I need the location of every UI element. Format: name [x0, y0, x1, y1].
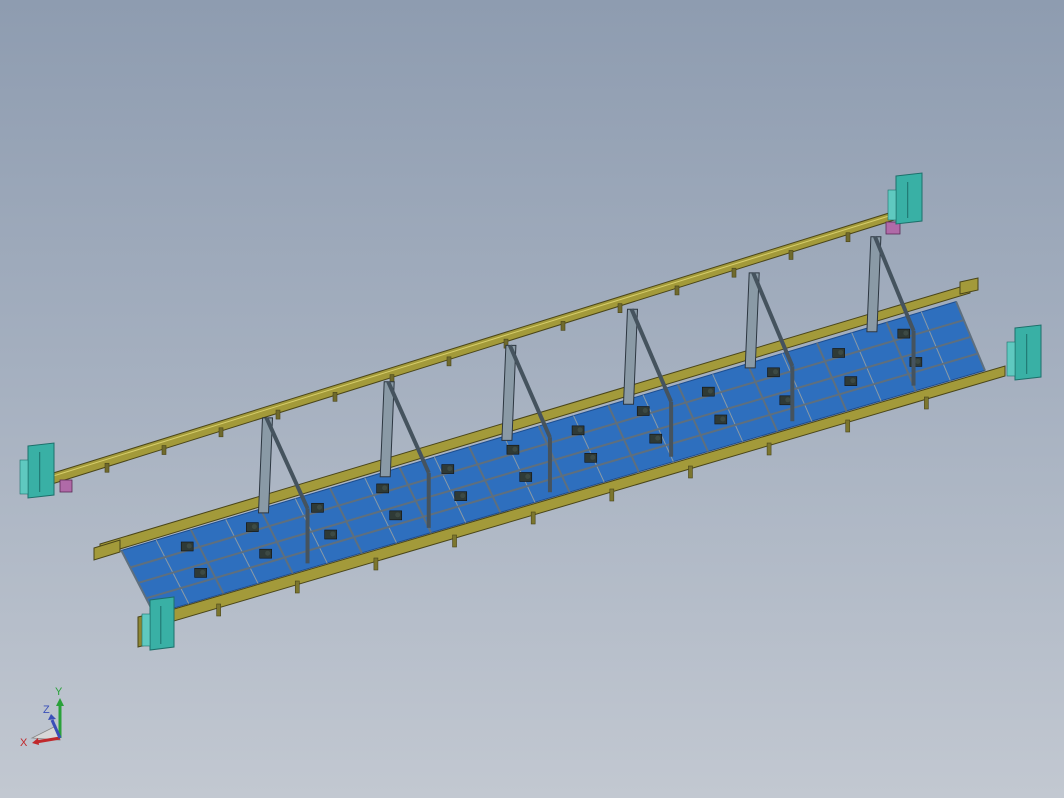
rail-support: [617, 303, 623, 313]
clamp-cylinder: [395, 512, 401, 518]
longitudinal-member: [145, 352, 979, 600]
clamp-cylinder: [838, 349, 844, 355]
table-leg: [924, 396, 929, 410]
rail-support: [731, 267, 737, 278]
cabinet-icon: [149, 596, 175, 651]
cabinet-icon: [895, 172, 923, 225]
cad-model-view[interactable]: [0, 0, 1064, 798]
table-leg: [373, 557, 379, 571]
clamp-cylinder: [655, 435, 661, 441]
cabinet-side-panel: [1006, 341, 1016, 377]
clamp-cylinder: [382, 485, 388, 491]
clamp-cylinder: [590, 454, 596, 460]
clamp-cylinder: [251, 524, 257, 530]
triad-x-label: X: [20, 737, 28, 749]
rail-support: [674, 285, 680, 296]
clamp-cylinder: [903, 330, 909, 336]
clamp-cylinder: [330, 531, 336, 537]
rail-support: [161, 445, 167, 455]
clamp-cylinder: [577, 427, 583, 433]
clamp-cylinder: [525, 473, 531, 479]
cabinet-icon: [27, 442, 55, 499]
clamp-cylinder: [200, 569, 206, 575]
clamp-cylinder: [915, 358, 921, 364]
clamp-cylinder: [265, 550, 271, 556]
rail-support: [275, 409, 281, 420]
table-leg: [609, 488, 615, 502]
table-leg: [688, 465, 693, 479]
rail-support: [446, 356, 452, 367]
rail-support: [560, 321, 566, 331]
clamp-cylinder: [186, 543, 192, 549]
clamp-cylinder: [642, 408, 648, 414]
clamp-cylinder: [512, 446, 518, 452]
rail-drive-motor: [59, 479, 73, 493]
rail-support: [332, 392, 338, 402]
table-leg: [452, 534, 457, 548]
cabinet-side-panel: [19, 459, 29, 495]
clamp-cylinder: [316, 504, 322, 510]
triad-y-arrow: [56, 698, 64, 706]
table-leg: [216, 603, 221, 617]
rail-support: [788, 250, 794, 260]
rail-support: [218, 427, 224, 438]
triad-x-arrow: [32, 738, 39, 745]
table-leg: [530, 511, 536, 525]
coordinate-triad-icon: X Y Z: [20, 686, 64, 749]
end-cap: [959, 277, 979, 295]
clamp-cylinder: [447, 466, 453, 472]
clamp-cylinder: [720, 416, 726, 422]
cabinet-side-panel: [141, 613, 151, 647]
table-leg: [845, 419, 851, 433]
table-leg: [766, 442, 772, 456]
graphics-viewport[interactable]: X Y Z: [0, 0, 1064, 798]
cabinet-icon: [1014, 324, 1042, 381]
clamp-cylinder: [460, 493, 466, 499]
cabinet-side-panel: [887, 189, 897, 221]
triad-z-label: Z: [43, 704, 50, 716]
triad-y-label: Y: [55, 686, 63, 698]
rail-support: [104, 462, 110, 473]
welding-fixture-table[interactable]: [93, 235, 1006, 648]
clamp-cylinder: [785, 397, 791, 403]
clamp-cylinder: [850, 378, 856, 384]
clamp-cylinder: [707, 388, 713, 394]
rail-support: [845, 232, 851, 243]
clamp-cylinder: [773, 369, 779, 375]
table-leg: [294, 580, 300, 594]
